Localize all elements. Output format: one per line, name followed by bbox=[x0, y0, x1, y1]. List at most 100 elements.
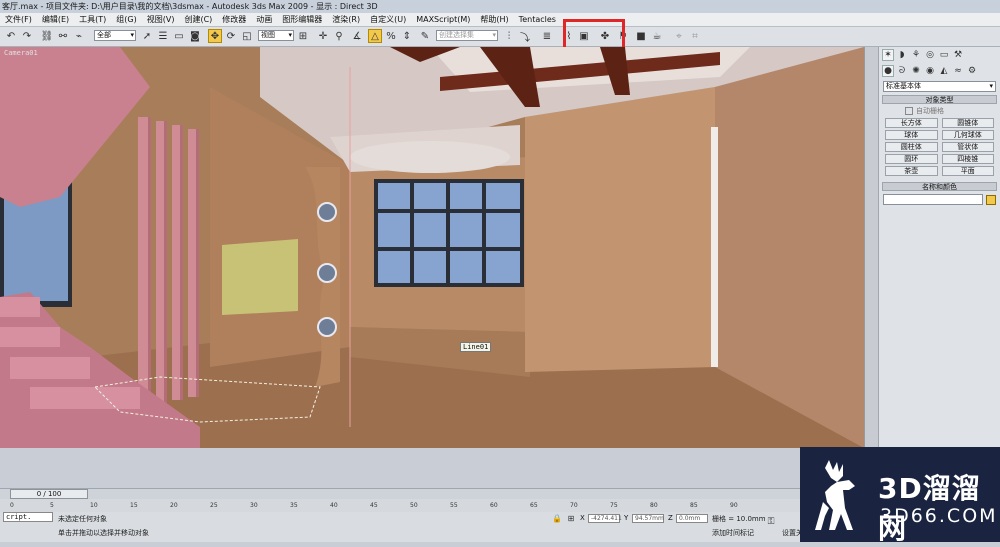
y-label: Y bbox=[624, 514, 629, 522]
extra-tool2-icon[interactable]: ⌗ bbox=[688, 29, 702, 43]
motion-tab-icon[interactable]: ◎ bbox=[924, 49, 936, 61]
helpers-icon[interactable]: ◭ bbox=[938, 65, 950, 77]
extra-tool-icon[interactable]: ⌖ bbox=[672, 29, 686, 43]
create-tab-icon[interactable]: ✶ bbox=[882, 49, 894, 61]
menu-create[interactable]: 创建(C) bbox=[179, 13, 217, 26]
shapes-icon[interactable]: ᘐ bbox=[896, 65, 908, 77]
cylinder-button[interactable]: 圆柱体 bbox=[885, 142, 938, 152]
z-coordinate-field[interactable]: 0.0mm bbox=[676, 514, 708, 523]
hierarchy-tab-icon[interactable]: ⚘ bbox=[910, 49, 922, 61]
menu-maxscript[interactable]: MAXScript(M) bbox=[411, 13, 475, 26]
teapot-icon[interactable]: ☕ bbox=[650, 29, 664, 43]
tube-button[interactable]: 管状体 bbox=[941, 142, 994, 152]
redo-icon[interactable]: ↷ bbox=[20, 29, 34, 43]
menu-customize[interactable]: 自定义(U) bbox=[365, 13, 411, 26]
named-selection-select[interactable]: 创建选择集 ▾ bbox=[436, 30, 498, 41]
mirror-icon[interactable]: ⫶ bbox=[502, 29, 516, 43]
reference-coord-select[interactable]: 视图 ▾ bbox=[258, 30, 294, 41]
viewport-label[interactable]: Camera01 bbox=[4, 49, 38, 57]
maxscript-listener-input[interactable]: cript. bbox=[3, 512, 53, 522]
menu-group[interactable]: 组(G) bbox=[111, 13, 141, 26]
menu-edit[interactable]: 编辑(E) bbox=[37, 13, 74, 26]
rotate-icon[interactable]: ⟳ bbox=[224, 29, 238, 43]
viewport-scrollbar[interactable] bbox=[864, 47, 878, 448]
modify-tab-icon[interactable]: ◗ bbox=[896, 49, 908, 61]
tick-label: 35 bbox=[290, 502, 298, 509]
plane-button[interactable]: 平面 bbox=[941, 166, 994, 176]
menu-tools[interactable]: 工具(T) bbox=[74, 13, 111, 26]
autogrid-checkbox[interactable]: 自动栅格 bbox=[905, 106, 996, 116]
systems-icon[interactable]: ⚙ bbox=[966, 65, 978, 77]
scale-icon[interactable]: ◱ bbox=[240, 29, 254, 43]
tick-label: 20 bbox=[170, 502, 178, 509]
object-label: Line01 bbox=[460, 342, 492, 352]
pivot-icon[interactable]: ⊞ bbox=[296, 29, 310, 43]
geosphere-button[interactable]: 几何球体 bbox=[941, 130, 994, 140]
menu-graph-editors[interactable]: 图形编辑器 bbox=[277, 13, 327, 26]
menu-views[interactable]: 视图(V) bbox=[142, 13, 180, 26]
x-coordinate-field[interactable]: -4274.411 bbox=[588, 514, 622, 523]
undo-icon[interactable]: ↶ bbox=[4, 29, 18, 43]
align-icon[interactable]: ⤵ bbox=[518, 29, 532, 44]
cameras-icon[interactable]: ◉ bbox=[924, 65, 936, 77]
spacewarps-icon[interactable]: ≈ bbox=[952, 65, 964, 77]
snap-icon[interactable]: ⚲ bbox=[332, 29, 346, 43]
absolute-mode-icon[interactable]: ⊞ bbox=[566, 513, 576, 523]
time-slider[interactable]: 0 / 100 bbox=[0, 488, 800, 499]
primitive-buttons: 长方体 圆锥体 球体 几何球体 圆柱体 管状体 圆环 四棱锥 茶壶 平面 bbox=[885, 118, 994, 176]
select-icon[interactable]: ➚ bbox=[140, 29, 154, 43]
manipulate-icon[interactable]: ✛ bbox=[316, 29, 330, 43]
display-tab-icon[interactable]: ▭ bbox=[938, 49, 950, 61]
y-coordinate-field[interactable]: 94.57mm bbox=[632, 514, 664, 523]
link-icon[interactable]: ⛓ bbox=[40, 29, 54, 43]
select-by-name-icon[interactable]: ☰ bbox=[156, 29, 170, 43]
menu-tentacles[interactable]: Tentacles bbox=[514, 13, 561, 26]
menu-rendering[interactable]: 渲染(R) bbox=[327, 13, 365, 26]
menu-help[interactable]: 帮助(H) bbox=[475, 13, 513, 26]
unlink-icon[interactable]: ⚯ bbox=[56, 29, 70, 43]
percent-snap-icon[interactable]: △ bbox=[368, 29, 382, 43]
menu-animation[interactable]: 动画 bbox=[251, 13, 277, 26]
x-label: X bbox=[580, 514, 585, 522]
track-bar[interactable]: 0 5 10 15 20 25 30 35 40 45 50 55 60 65 … bbox=[0, 499, 800, 513]
render-frame-icon[interactable]: ■ bbox=[634, 29, 648, 43]
layer-icon[interactable]: ≣ bbox=[540, 29, 554, 43]
camera-viewport[interactable]: Camera01 Line01 bbox=[0, 47, 864, 448]
teapot-button[interactable]: 茶壶 bbox=[885, 166, 938, 176]
rect-select-icon[interactable]: ▭ bbox=[172, 29, 186, 43]
name-color-rollout[interactable]: 名称和颜色 bbox=[882, 182, 997, 191]
pyramid-button[interactable]: 四棱锥 bbox=[941, 154, 994, 164]
selection-status: 未选定任何对象 bbox=[58, 515, 107, 523]
lights-icon[interactable]: ✺ bbox=[910, 65, 922, 77]
time-slider-thumb[interactable]: 0 / 100 bbox=[10, 489, 88, 499]
torus-button[interactable]: 圆环 bbox=[885, 154, 938, 164]
spinner-snap2-icon[interactable]: ⇕ bbox=[400, 29, 414, 43]
geometry-category-select[interactable]: 标准基本体 ▾ bbox=[883, 81, 996, 92]
box-button[interactable]: 长方体 bbox=[885, 118, 938, 128]
bind-icon[interactable]: ⌁ bbox=[72, 29, 86, 43]
tick-label: 15 bbox=[130, 502, 138, 509]
z-label: Z bbox=[668, 514, 673, 522]
add-time-tag[interactable]: 添加时间标记 bbox=[712, 528, 754, 538]
create-category-tabs: ● ᘐ ✺ ◉ ◭ ≈ ⚙ bbox=[879, 63, 1000, 79]
angle-snap-icon[interactable]: ∡ bbox=[350, 29, 364, 43]
object-name-input[interactable] bbox=[883, 194, 983, 205]
watermark-url: 3D66.COM bbox=[880, 505, 998, 527]
name-row bbox=[883, 194, 996, 205]
spinner-snap-icon[interactable]: % bbox=[384, 29, 398, 43]
edit-named-sel-icon[interactable]: ✎ bbox=[418, 29, 432, 43]
geometry-icon[interactable]: ● bbox=[882, 65, 894, 77]
menu-file[interactable]: 文件(F) bbox=[0, 13, 37, 26]
utilities-tab-icon[interactable]: ⚒ bbox=[952, 49, 964, 61]
lock-selection-icon[interactable]: 🔒 bbox=[552, 513, 562, 523]
key-icon[interactable]: ⚿ bbox=[764, 516, 778, 528]
object-type-rollout[interactable]: 对象类型 bbox=[882, 95, 997, 104]
move-icon[interactable]: ✥ bbox=[208, 29, 222, 43]
tick-label: 90 bbox=[730, 502, 738, 509]
sphere-button[interactable]: 球体 bbox=[885, 130, 938, 140]
object-color-swatch[interactable] bbox=[986, 194, 996, 205]
window-crossing-icon[interactable]: ◙ bbox=[188, 29, 202, 43]
selection-filter-select[interactable]: 全部 ▾ bbox=[94, 30, 136, 41]
cone-button[interactable]: 圆锥体 bbox=[941, 118, 994, 128]
menu-modifiers[interactable]: 修改器 bbox=[217, 13, 251, 26]
